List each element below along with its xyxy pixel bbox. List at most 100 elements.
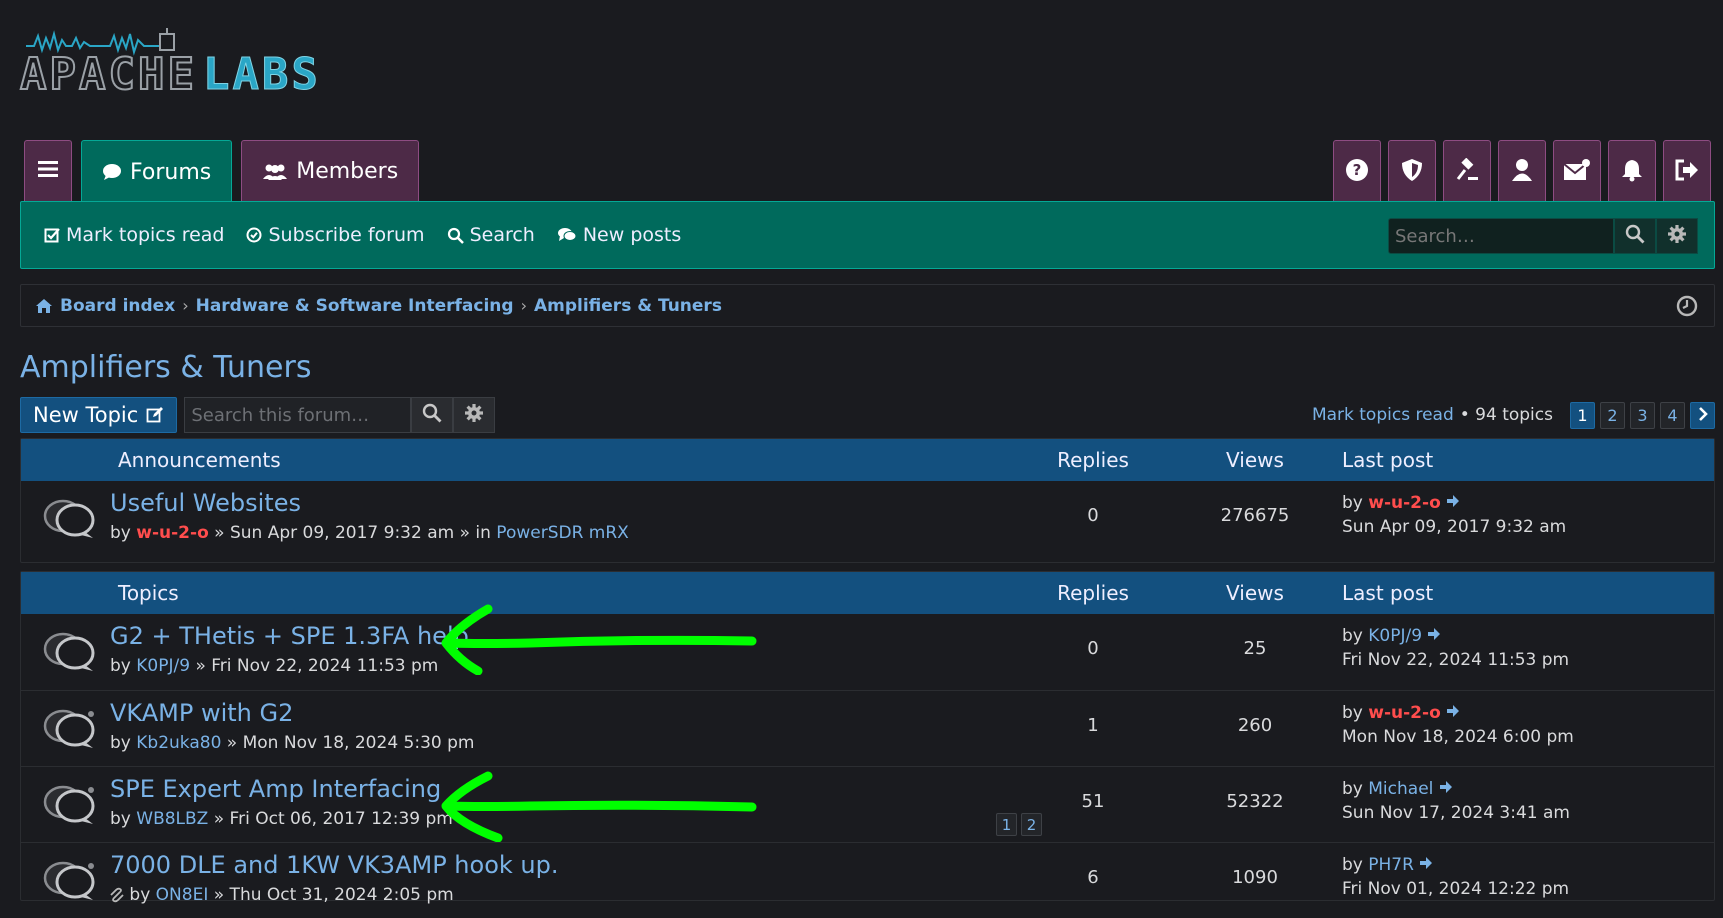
help-button[interactable]: ?: [1333, 140, 1381, 202]
hamburger-icon: [38, 159, 58, 184]
topic-page-1[interactable]: 1: [996, 813, 1017, 836]
by-label: by: [1342, 703, 1363, 723]
notifications-button[interactable]: [1608, 140, 1656, 202]
reply-count: 51: [1081, 791, 1105, 812]
topic-date: » Fri Oct 06, 2017 12:39 pm: [213, 809, 453, 829]
mark-topics-read-label: Mark topics read: [66, 224, 225, 246]
tab-forums[interactable]: Forums: [81, 140, 233, 203]
topic-meta: by WB8LBZ » Fri Oct 06, 2017 12:39 pm: [110, 809, 453, 829]
topic-author[interactable]: ON8EI: [156, 885, 209, 905]
tab-members-label: Members: [296, 159, 399, 184]
by-label: by: [110, 656, 131, 676]
home-icon: [35, 298, 53, 314]
topic-title[interactable]: 7000 DLE and 1KW VK3AMP hook up.: [110, 851, 558, 879]
reply-count: 0: [1087, 638, 1099, 659]
go-to-post-icon[interactable]: [1439, 779, 1453, 799]
last-post-date: Mon Nov 18, 2024 6:00 pm: [1342, 727, 1574, 747]
breadcrumb-board-index[interactable]: Board index: [60, 296, 175, 316]
topic-row: 7000 DLE and 1KW VK3AMP hook up. by ON8E…: [21, 842, 1714, 918]
page-2[interactable]: 2: [1600, 401, 1625, 429]
mark-topics-read-link[interactable]: Mark topics read: [44, 224, 224, 246]
last-post: by Michael Sun Nov 17, 2024 3:41 am: [1342, 777, 1570, 825]
forum-advanced-search-button[interactable]: [453, 397, 496, 433]
help-icon: ?: [1345, 158, 1369, 186]
topic-meta: by K0PJ/9 » Fri Nov 22, 2024 11:53 pm: [110, 656, 438, 676]
topic-page-2[interactable]: 2: [1021, 813, 1042, 836]
forum-search-button[interactable]: [411, 397, 454, 433]
site-logo[interactable]: APACHE LABS: [19, 26, 330, 99]
new-posts-link[interactable]: New posts: [557, 224, 681, 246]
topic-date: » Fri Nov 22, 2024 11:53 pm: [195, 656, 439, 676]
mark-topics-read-link-2[interactable]: Mark topics read: [1312, 405, 1454, 425]
last-post-date: Fri Nov 22, 2024 11:53 pm: [1342, 650, 1570, 670]
topic-title[interactable]: VKAMP with G2: [110, 699, 293, 727]
go-to-post-icon[interactable]: [1446, 493, 1460, 513]
search-link[interactable]: Search: [447, 224, 535, 246]
check-square-icon: [44, 227, 60, 243]
forum-navbar: Mark topics read Subscribe forum Search …: [20, 201, 1715, 269]
forum-search-input[interactable]: [184, 397, 412, 433]
logout-button[interactable]: [1663, 140, 1711, 202]
breadcrumb-hardware-software[interactable]: Hardware & Software Interfacing: [196, 296, 514, 316]
moderator-button[interactable]: [1388, 140, 1436, 202]
subscribe-forum-link[interactable]: Subscribe forum: [246, 224, 425, 246]
last-post-date: Fri Nov 01, 2024 12:22 pm: [1342, 879, 1570, 899]
replies-header: Replies: [1057, 448, 1129, 472]
topic-date: » Thu Oct 31, 2024 2:05 pm: [213, 885, 454, 905]
messages-button[interactable]: [1553, 140, 1601, 202]
next-page-button[interactable]: [1690, 401, 1715, 429]
go-to-post-icon[interactable]: [1419, 855, 1433, 875]
page-1[interactable]: 1: [1570, 401, 1595, 429]
last-post-header: Last post: [1342, 581, 1434, 605]
topic-row: SPE Expert Amp Interfacing by WB8LBZ » F…: [21, 766, 1714, 842]
topic-author[interactable]: K0PJ/9: [136, 656, 190, 676]
forum-search: [184, 397, 496, 433]
replies-header: Replies: [1057, 581, 1129, 605]
breadcrumb-amplifiers-tuners[interactable]: Amplifiers & Tuners: [534, 296, 722, 316]
page-title[interactable]: Amplifiers & Tuners: [20, 350, 311, 385]
header-search-input[interactable]: [1388, 218, 1614, 254]
topic-author[interactable]: w-u-2-o: [136, 523, 208, 543]
tab-members[interactable]: Members: [241, 140, 420, 202]
main-tabs: Forums Members: [24, 140, 420, 203]
reply-count: 1: [1087, 715, 1099, 736]
topic-author[interactable]: Kb2uka80: [136, 733, 221, 753]
menu-button[interactable]: [24, 140, 72, 202]
topic-author[interactable]: WB8LBZ: [136, 809, 208, 829]
new-topic-button[interactable]: New Topic: [20, 397, 178, 433]
subscribe-forum-label: Subscribe forum: [268, 224, 425, 246]
go-to-post-icon[interactable]: [1446, 703, 1460, 723]
topic-forum-link[interactable]: PowerSDR mRX: [496, 523, 629, 543]
profile-button[interactable]: [1498, 140, 1546, 202]
last-post-header: Last post: [1342, 448, 1434, 472]
last-post-author[interactable]: Michael: [1368, 779, 1433, 799]
envelope-icon: [1563, 158, 1591, 186]
view-count: 52322: [1226, 791, 1284, 812]
header-search-button[interactable]: [1614, 218, 1656, 254]
page-4[interactable]: 4: [1660, 401, 1685, 429]
check-circle-icon: [246, 227, 262, 243]
last-post-date: Sun Nov 17, 2024 3:41 am: [1342, 803, 1570, 823]
clock-icon[interactable]: [1676, 295, 1698, 322]
by-label: by: [1342, 493, 1363, 513]
topic-title[interactable]: SPE Expert Amp Interfacing: [110, 775, 441, 803]
paperclip-icon: [110, 887, 124, 903]
admin-button[interactable]: [1443, 140, 1491, 202]
last-post-author[interactable]: w-u-2-o: [1368, 493, 1440, 513]
last-post-author[interactable]: w-u-2-o: [1368, 703, 1440, 723]
page-3[interactable]: 3: [1630, 401, 1655, 429]
topic-title[interactable]: Useful Websites: [110, 489, 301, 517]
announcement-row: Useful Websites by w-u-2-o » Sun Apr 09,…: [21, 481, 1714, 557]
last-post-author[interactable]: K0PJ/9: [1368, 626, 1422, 646]
user-toolbar: ?: [1333, 140, 1711, 202]
last-post-author[interactable]: PH7R: [1368, 855, 1414, 875]
go-to-post-icon[interactable]: [1427, 626, 1441, 646]
logout-icon: [1675, 159, 1699, 185]
advanced-search-button[interactable]: [1656, 218, 1698, 254]
user-icon: [1511, 158, 1533, 186]
last-post-date: Sun Apr 09, 2017 9:32 am: [1342, 517, 1567, 537]
announcements-table: Announcements Replies Views Last post Us…: [20, 438, 1715, 563]
topic-title[interactable]: G2 + THetis + SPE 1.3FA help: [110, 622, 469, 650]
gear-icon: [1667, 224, 1687, 248]
action-bar: New Topic Mark topics read • 94 topics 1…: [20, 397, 1715, 433]
